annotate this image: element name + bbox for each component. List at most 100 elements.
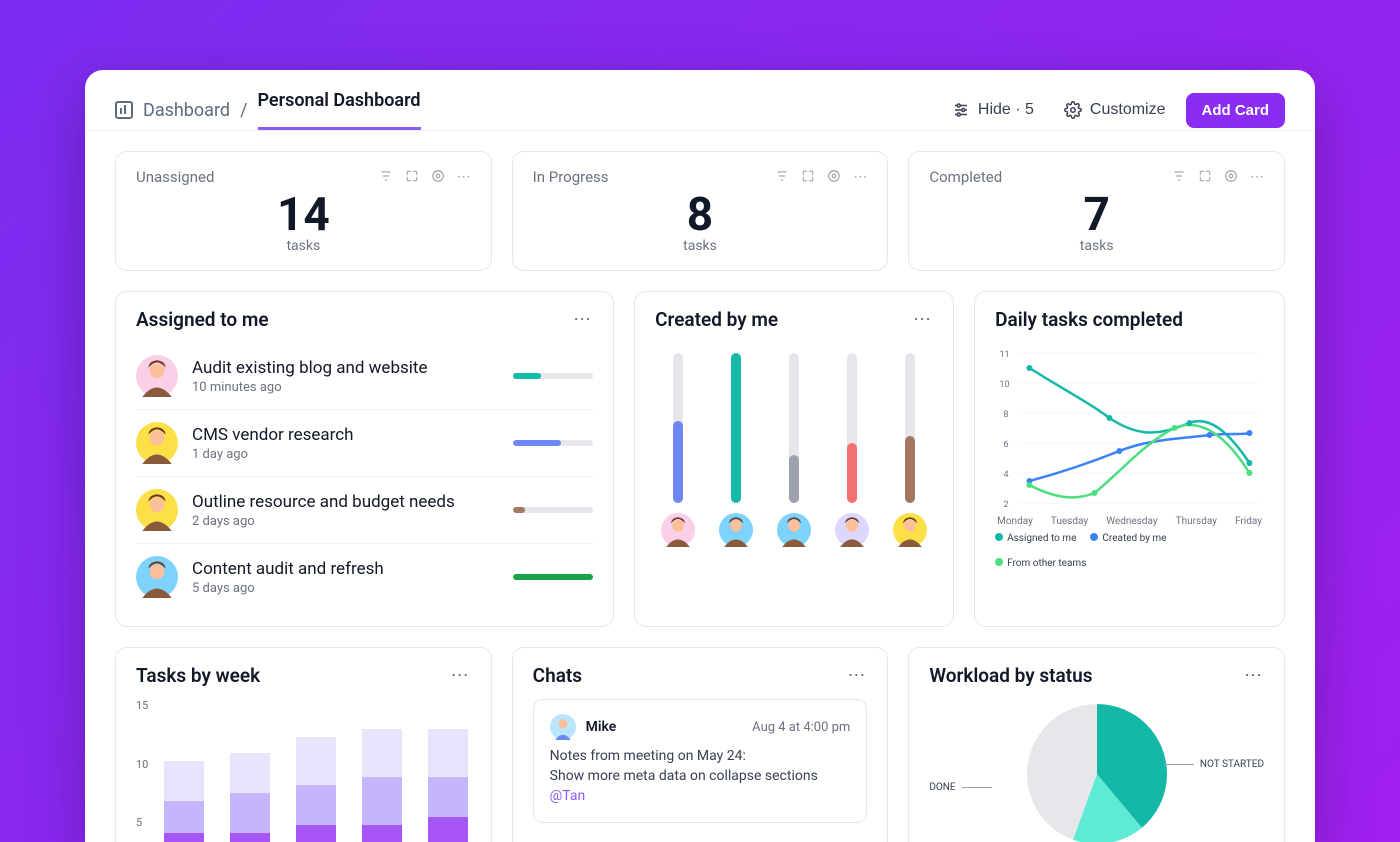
avatar[interactable] [719, 513, 753, 547]
chat-message[interactable]: Mike Aug 4 at 4:00 pm Notes from meeting… [533, 699, 868, 823]
svg-text:4: 4 [1004, 470, 1009, 480]
breadcrumb-sep: / [240, 100, 247, 121]
task-row[interactable]: CMS vendor research1 day ago [136, 410, 593, 477]
task-row[interactable]: Outline resource and budget needs 2 days … [136, 477, 593, 544]
avatar[interactable] [777, 513, 811, 547]
progress-bar [513, 507, 593, 513]
filter-icon[interactable] [775, 169, 789, 183]
pie-chart: DONE NOT STARTED [929, 699, 1264, 842]
card-daily-tasks: Daily tasks completed 11108642 [974, 291, 1285, 627]
gear-icon [1064, 101, 1082, 119]
card-workload: Workload by status ⋯ DONE NOT STARTED [908, 647, 1285, 842]
stacked-bar-chart: 15 10 5 [136, 699, 471, 842]
more-icon[interactable]: ⋯ [573, 309, 593, 330]
chat-author: Mike [586, 719, 617, 735]
axis-label: Wednesday [1106, 516, 1157, 527]
more-icon[interactable]: ⋯ [853, 169, 867, 185]
vbar-col [777, 353, 811, 547]
vbar-track [673, 353, 683, 503]
axis-label: Monday [997, 516, 1033, 527]
bottom-row: Tasks by week⋯ 15 10 5 Chats⋯ Mike [115, 647, 1285, 842]
customize-button[interactable]: Customize [1054, 95, 1176, 125]
vbar-track [789, 353, 799, 503]
filter-icon[interactable] [1172, 169, 1186, 183]
chat-time: Aug 4 at 4:00 pm [752, 720, 850, 735]
axis-label: Friday [1235, 516, 1262, 527]
vbar-col [719, 353, 753, 547]
avatar [136, 355, 178, 397]
task-row[interactable]: Audit existing blog and website10 minute… [136, 343, 593, 410]
stat-title: Unassigned [136, 168, 214, 186]
task-title: Audit existing blog and website [192, 358, 499, 378]
chat-line: Show more meta data on collapse sections [550, 768, 851, 784]
stat-title: In Progress [533, 168, 609, 186]
avatar [550, 714, 576, 740]
card-created-by-me: Created by me ⋯ [634, 291, 954, 627]
more-icon[interactable]: ⋯ [451, 665, 471, 686]
card-title: Assigned to me [136, 308, 269, 331]
task-subtitle: 5 days ago [192, 581, 499, 596]
card-title: Created by me [655, 308, 778, 331]
more-icon[interactable]: ⋯ [847, 665, 867, 686]
task-subtitle: 2 days ago [192, 514, 499, 529]
card-title: Chats [533, 664, 582, 687]
avatar[interactable] [893, 513, 927, 547]
legend-item: Assigned to me [995, 533, 1076, 544]
expand-icon[interactable] [1198, 169, 1212, 183]
card-assigned-to-me: Assigned to me ⋯ Audit existing blog and … [115, 291, 614, 627]
task-title: Outline resource and budget needs [192, 492, 499, 512]
more-icon[interactable]: ⋯ [913, 309, 933, 330]
task-row[interactable]: Content audit and refresh 5 days ago [136, 544, 593, 610]
more-icon[interactable]: ⋯ [1244, 665, 1264, 686]
svg-text:10: 10 [1000, 380, 1010, 390]
vbar-track [905, 353, 915, 503]
sliders-icon [952, 101, 970, 119]
vbar-col [661, 353, 695, 547]
bar-col [296, 699, 336, 842]
chat-mention[interactable]: @Tan [550, 788, 851, 804]
gear-icon[interactable] [1224, 169, 1238, 183]
breadcrumb: Dashboard / Personal Dashboard [115, 90, 421, 130]
hide-button[interactable]: Hide · 5 [942, 95, 1044, 125]
line-chart: 11108642 MondayTuesdayWednesdayThursdayF… [995, 343, 1264, 553]
dashboard-icon [115, 101, 133, 119]
add-card-button[interactable]: Add Card [1186, 93, 1286, 128]
more-icon[interactable]: ⋯ [457, 169, 471, 185]
stat-value: 8 [533, 188, 868, 242]
breadcrumb-root[interactable]: Dashboard [143, 100, 230, 121]
svg-text:8: 8 [1004, 410, 1009, 420]
expand-icon[interactable] [801, 169, 815, 183]
svg-text:11: 11 [1000, 350, 1010, 360]
stat-title: Completed [929, 168, 1002, 186]
task-title: Content audit and refresh [192, 559, 499, 579]
expand-icon[interactable] [405, 169, 419, 183]
stat-value: 7 [929, 188, 1264, 242]
app-window: Dashboard / Personal Dashboard Hide · 5 … [85, 70, 1315, 842]
stat-card-unassigned: Unassigned ⋯ 14 tasks [115, 151, 492, 271]
gear-icon[interactable] [431, 169, 445, 183]
chat-line: Notes from meeting on May 24: [550, 748, 851, 764]
card-title: Workload by status [929, 664, 1092, 687]
legend-item: From other teams [995, 558, 1086, 569]
breadcrumb-current[interactable]: Personal Dashboard [258, 90, 421, 130]
stat-unit: tasks [136, 238, 471, 254]
avatar[interactable] [835, 513, 869, 547]
bar-col [362, 699, 402, 842]
filter-icon[interactable] [379, 169, 393, 183]
avatar[interactable] [661, 513, 695, 547]
stat-value: 14 [136, 188, 471, 242]
more-icon[interactable]: ⋯ [1250, 169, 1264, 185]
pie-label-done: DONE [929, 782, 991, 793]
axis-label: Thursday [1176, 516, 1217, 527]
svg-text:6: 6 [1004, 440, 1009, 450]
card-chats: Chats ⋯ Mike Aug 4 at 4:00 pm Notes from … [512, 647, 889, 842]
vbar-track [847, 353, 857, 503]
avatar [136, 556, 178, 598]
stat-card-completed: Completed ⋯ 7 tasks [908, 151, 1285, 271]
vbar-col [893, 353, 927, 547]
bar-col [230, 699, 270, 842]
gear-icon[interactable] [827, 169, 841, 183]
progress-bar [513, 574, 593, 580]
avatar [136, 489, 178, 531]
stat-unit: tasks [929, 238, 1264, 254]
